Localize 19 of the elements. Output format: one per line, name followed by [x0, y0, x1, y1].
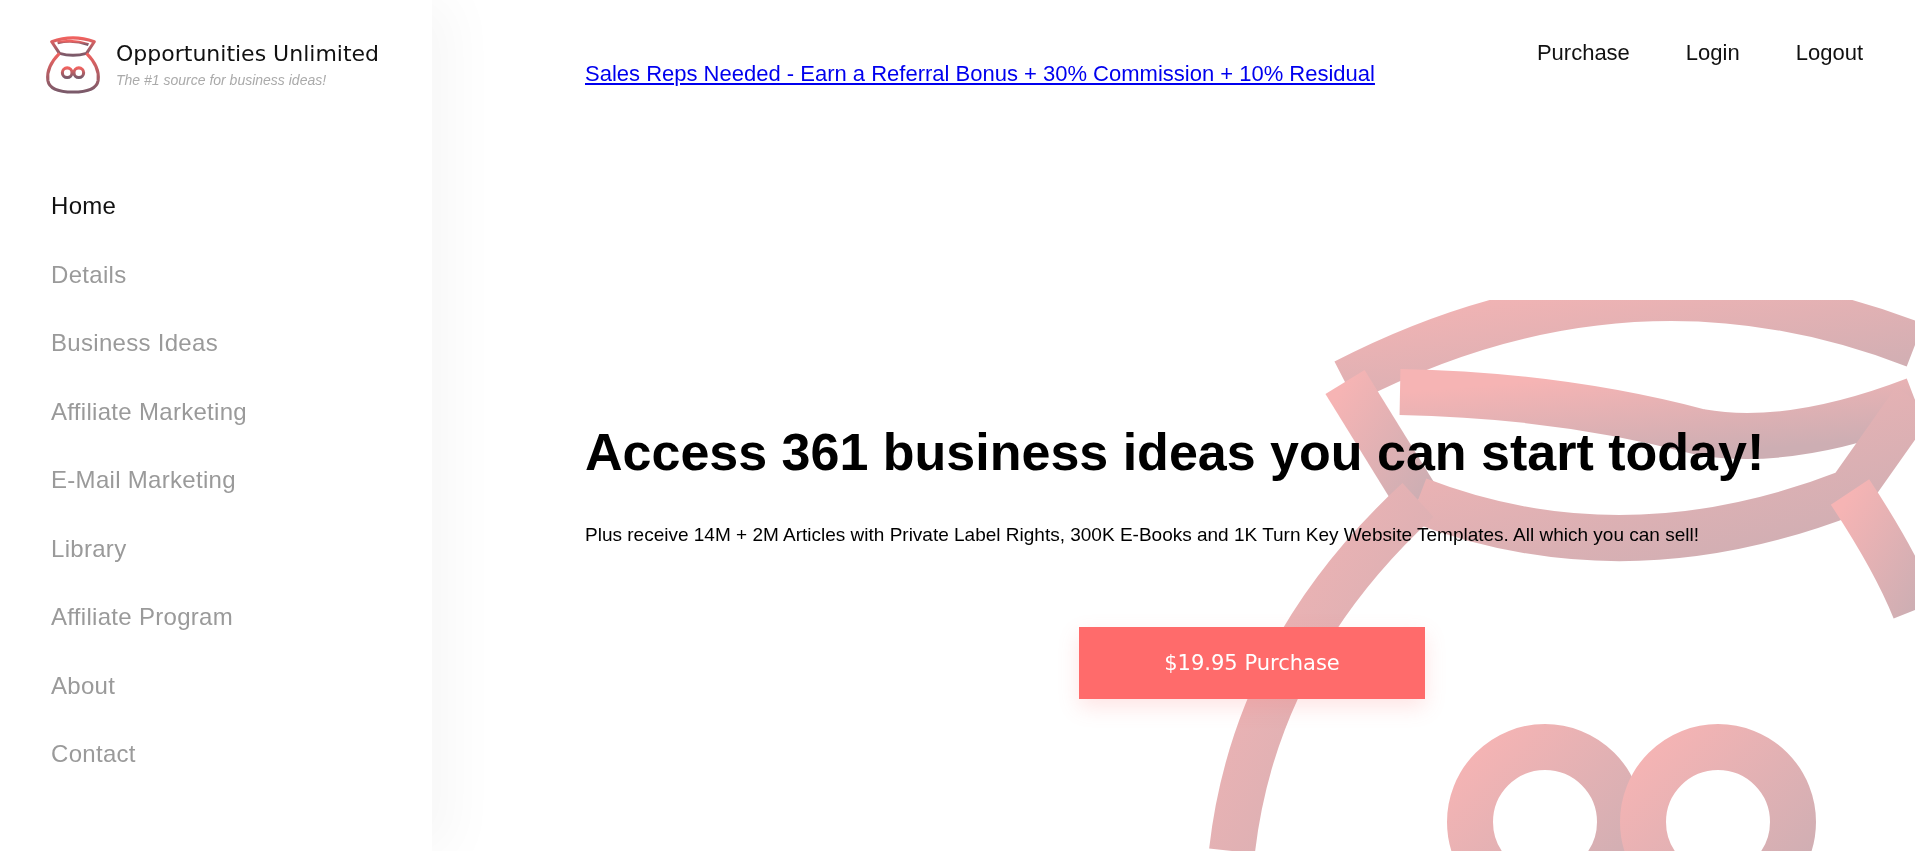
sidebar-item[interactable]: Business Ideas [51, 309, 218, 378]
sidebar-item[interactable]: Affiliate Program [51, 583, 234, 652]
sidebar-item[interactable]: Library [51, 514, 127, 583]
site-tagline: The #1 source for business ideas! [116, 71, 328, 88]
sidebar-item[interactable]: Affiliate Marketing [51, 377, 247, 446]
sidebar-item[interactable]: About [51, 651, 116, 720]
promo-link[interactable]: Sales Reps Needed - Earn a Referral Bonus + 30% Commission + 10% Residual [585, 61, 1375, 87]
hero-subheading: Plus receive 14M + 2M Articles with Private Label Rights, 300K E-Books and 1K Turn Key Website Templates. All which you can sell! [585, 524, 1700, 546]
nav-link[interactable]: Purchase [1536, 40, 1630, 66]
sidebar-item[interactable]: E-Mail Marketing [51, 446, 236, 515]
sidebar-item[interactable]: Home [51, 172, 117, 241]
nav-link[interactable]: Login [1685, 40, 1740, 66]
hero-heading: Access 361 business ideas you can start today! [585, 422, 1766, 483]
sidebar-item[interactable]: Details [51, 240, 127, 309]
sidebar-item[interactable]: Contact [51, 720, 136, 789]
nav-link[interactable]: Logout [1795, 40, 1863, 66]
purchase-button[interactable]: $19.95 Purchase [1079, 627, 1425, 699]
site-title: Opportunities Unlimited [116, 40, 380, 66]
money-bag-icon [44, 34, 102, 94]
